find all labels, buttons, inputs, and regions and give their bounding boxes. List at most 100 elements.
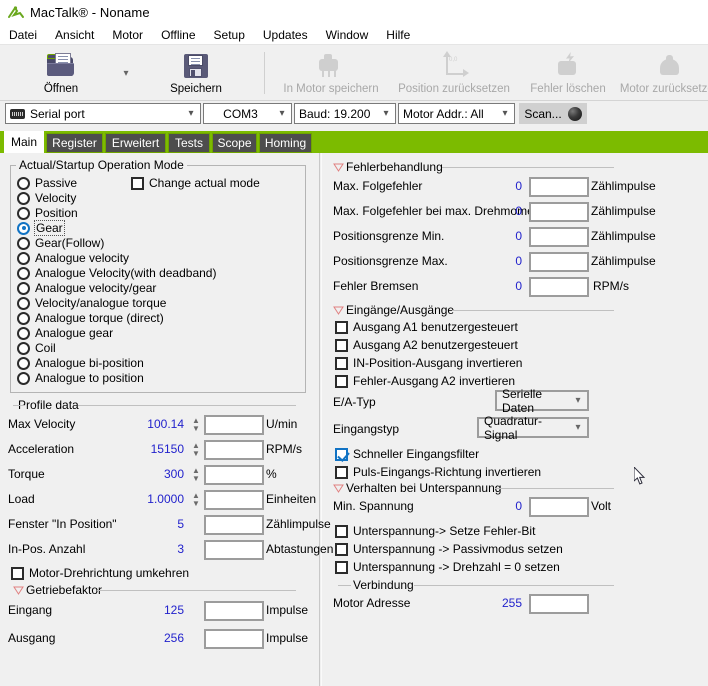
radio-dot bbox=[17, 221, 30, 235]
radio-gear-follow[interactable]: Gear(Follow) bbox=[17, 236, 104, 250]
section-rule bbox=[13, 405, 25, 406]
max-velocity-spinner[interactable]: ▲ ▼ bbox=[190, 415, 202, 435]
chevron-down-icon: ▾ bbox=[188, 108, 194, 119]
min-voltage-input[interactable] bbox=[529, 497, 589, 517]
collapse-triangle-icon[interactable] bbox=[333, 484, 344, 493]
motor-reverse-checkbox[interactable]: Motor-Drehrichtung umkehren bbox=[11, 566, 189, 580]
acceleration-spinner[interactable]: ▲ ▼ bbox=[190, 440, 202, 460]
radio-analogue-bi-position[interactable]: Analogue bi-position bbox=[17, 356, 144, 370]
toolbar-reset-position-button[interactable]: 0,0 Position zurücksetzen bbox=[390, 48, 518, 99]
radio-passive[interactable]: Passive bbox=[17, 176, 77, 190]
output-a1-user-label: Ausgang A1 benutzergesteuert bbox=[353, 320, 518, 334]
collapse-triangle-icon[interactable] bbox=[333, 163, 344, 172]
tab-homing[interactable]: Homing bbox=[259, 133, 312, 153]
acceleration-input[interactable] bbox=[204, 440, 264, 460]
radio-position-label: Position bbox=[35, 206, 78, 220]
radio-analogue-gear[interactable]: Analogue gear bbox=[17, 326, 113, 340]
collapse-triangle-icon[interactable] bbox=[333, 306, 344, 315]
max-follow-error-max-torque-input[interactable] bbox=[529, 202, 589, 222]
radio-analogue-velocity-gear[interactable]: Analogue velocity/gear bbox=[17, 281, 156, 295]
port-type-select[interactable]: Serial port ▾ bbox=[5, 103, 201, 124]
baud-select[interactable]: Baud: 19.200 ▾ bbox=[294, 103, 396, 124]
radio-analogue-torque-direct[interactable]: Analogue torque (direct) bbox=[17, 311, 164, 325]
tab-tests[interactable]: Tests bbox=[168, 133, 210, 153]
menu-item-offline[interactable]: Offline bbox=[152, 26, 204, 44]
torque-spinner[interactable]: ▲ ▼ bbox=[190, 465, 202, 485]
collapse-triangle-icon[interactable] bbox=[13, 586, 24, 595]
radio-dot bbox=[17, 371, 30, 385]
tab-register[interactable]: Register bbox=[46, 133, 103, 153]
tab-scope[interactable]: Scope bbox=[212, 133, 257, 153]
tab-erweitert[interactable]: Erweitert bbox=[105, 133, 166, 153]
ea-type-select[interactable]: Serielle Daten ▾ bbox=[495, 387, 589, 415]
radio-gear[interactable]: Gear bbox=[17, 220, 65, 236]
gear-input-value: 125 bbox=[163, 603, 184, 617]
motor-address-select[interactable]: Motor Addr.: All ▾ bbox=[398, 103, 515, 124]
in-position-window-input[interactable] bbox=[204, 515, 264, 535]
menu-item-window[interactable]: Window bbox=[317, 26, 378, 44]
position-limit-max-input[interactable] bbox=[529, 252, 589, 272]
undervoltage-zero-speed-checkbox[interactable]: Unterspannung -> Drehzahl = 0 setzen bbox=[335, 560, 560, 574]
torque-input[interactable] bbox=[204, 465, 264, 485]
gear-output-label: Ausgang bbox=[8, 631, 56, 645]
toolbar-save-to-motor-button[interactable]: In Motor speichern bbox=[276, 48, 386, 99]
com-port-select[interactable]: COM3 ▾ bbox=[203, 103, 292, 124]
motor-reverse-label: Motor-Drehrichtung umkehren bbox=[29, 566, 190, 580]
invert-error-output-a2-checkbox[interactable]: Fehler-Ausgang A2 invertieren bbox=[335, 374, 515, 388]
output-a2-user-checkbox[interactable]: Ausgang A2 benutzergesteuert bbox=[335, 338, 518, 352]
tab-main[interactable]: Main bbox=[4, 131, 44, 153]
menu-item-ansicht[interactable]: Ansicht bbox=[46, 26, 103, 44]
status-ball-icon bbox=[567, 106, 582, 121]
gear-input-unit: Impulse bbox=[266, 603, 309, 617]
menu-item-datei[interactable]: Datei bbox=[0, 26, 46, 44]
radio-analogue-to-position[interactable]: Analogue to position bbox=[17, 371, 144, 385]
radio-analogue-velocity[interactable]: Analogue velocity bbox=[17, 251, 129, 265]
in-pos-count-input[interactable] bbox=[204, 540, 264, 560]
toolbar: Öffnen ▾ Speichern In Motor speichern 0,… bbox=[0, 46, 708, 101]
menu-item-setup[interactable]: Setup bbox=[205, 26, 254, 44]
error-brake-input[interactable] bbox=[529, 277, 589, 297]
undervoltage-passive-mode-checkbox[interactable]: Unterspannung -> Passivmodus setzen bbox=[335, 542, 563, 556]
toolbar-save-button[interactable]: Speichern bbox=[160, 48, 232, 99]
gear-output-field[interactable] bbox=[204, 629, 264, 649]
radio-coil-label: Coil bbox=[35, 341, 56, 355]
load-spinner[interactable]: ▲ ▼ bbox=[190, 490, 202, 510]
output-a1-user-checkbox[interactable]: Ausgang A1 benutzergesteuert bbox=[335, 320, 518, 334]
input-type-select[interactable]: Quadratur-Signal ▾ bbox=[477, 414, 589, 442]
position-limit-min-input[interactable] bbox=[529, 227, 589, 247]
chevron-down-icon[interactable]: ▾ bbox=[119, 68, 133, 79]
max-velocity-input[interactable] bbox=[204, 415, 264, 435]
radio-coil[interactable]: Coil bbox=[17, 341, 56, 355]
checkbox-box bbox=[335, 320, 348, 334]
load-input[interactable] bbox=[204, 490, 264, 510]
gear-input-field[interactable] bbox=[204, 601, 264, 621]
invert-in-position-output-checkbox[interactable]: IN-Position-Ausgang invertieren bbox=[335, 356, 522, 370]
checkbox-box bbox=[335, 465, 348, 479]
toolbar-save-to-motor-label: In Motor speichern bbox=[283, 83, 379, 95]
in-position-window-value: 5 bbox=[177, 517, 184, 531]
max-follow-error-input[interactable] bbox=[529, 177, 589, 197]
section-rule bbox=[338, 585, 351, 586]
motor-address-field-input[interactable] bbox=[529, 594, 589, 614]
radio-dot bbox=[17, 266, 30, 280]
menu-item-motor[interactable]: Motor bbox=[103, 26, 152, 44]
radio-velocity-analogue-torque[interactable]: Velocity/analogue torque bbox=[17, 296, 166, 310]
radio-position[interactable]: Position bbox=[17, 206, 78, 220]
checkbox-box bbox=[11, 566, 24, 580]
max-follow-error-label: Max. Folgefehler bbox=[333, 179, 423, 193]
undervoltage-set-error-bit-checkbox[interactable]: Unterspannung-> Setze Fehler-Bit bbox=[335, 524, 535, 538]
toolbar-reset-motor-button[interactable]: Motor zurücksetzen bbox=[620, 48, 708, 99]
radio-analogue-velocity-deadband[interactable]: Analogue Velocity(with deadband) bbox=[17, 266, 216, 280]
scan-button[interactable]: Scan... bbox=[519, 103, 587, 124]
toolbar-open-button[interactable]: Öffnen bbox=[26, 48, 96, 99]
radio-velocity[interactable]: Velocity bbox=[17, 191, 76, 205]
checkbox-box bbox=[335, 542, 348, 556]
connection-bar: Serial port ▾ COM3 ▾ Baud: 19.200 ▾ Moto… bbox=[0, 101, 708, 125]
menu-item-hilfe[interactable]: Hilfe bbox=[377, 26, 419, 44]
max-follow-error-unit: Zählimpulse bbox=[591, 179, 656, 193]
invert-pulse-direction-checkbox[interactable]: Puls-Eingangs-Richtung invertieren bbox=[335, 465, 541, 479]
fast-input-filter-checkbox[interactable]: Schneller Eingangsfilter bbox=[335, 447, 479, 461]
menu-item-updates[interactable]: Updates bbox=[254, 26, 317, 44]
toolbar-clear-errors-button[interactable]: Fehler löschen bbox=[520, 48, 616, 99]
change-actual-mode-checkbox[interactable]: Change actual mode bbox=[131, 176, 260, 190]
